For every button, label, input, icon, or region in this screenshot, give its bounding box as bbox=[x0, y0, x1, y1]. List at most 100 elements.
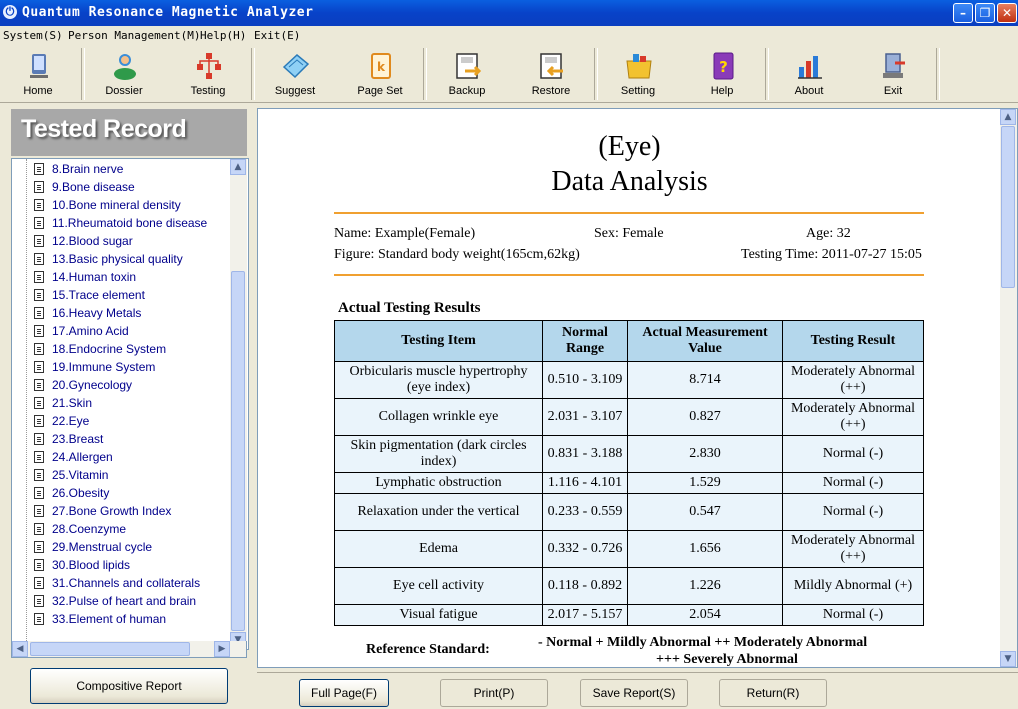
document-icon bbox=[34, 523, 44, 535]
testing-icon bbox=[197, 53, 221, 79]
document-icon bbox=[34, 271, 44, 283]
record-item-label: 9.Bone disease bbox=[52, 180, 135, 194]
toolbar-backup-button[interactable]: Backup bbox=[431, 48, 503, 100]
print-button[interactable]: Print(P) bbox=[440, 679, 548, 707]
patient-sex: Sex: Female bbox=[594, 226, 664, 241]
compositive-report-button[interactable]: Compositive Report bbox=[30, 668, 228, 704]
tree-vertical-scrollbar[interactable]: ▲ ▼ bbox=[230, 159, 247, 649]
about-icon bbox=[798, 56, 822, 79]
testing-item-cell: Eye cell activity bbox=[334, 567, 543, 605]
toolbar-about-button[interactable]: About bbox=[773, 48, 845, 100]
document-icon bbox=[34, 397, 44, 409]
toolbar-suggest-button[interactable]: Suggest bbox=[259, 48, 331, 100]
scroll-up-button[interactable]: ▲ bbox=[230, 159, 246, 175]
reference-legend: - Normal + Mildly Abnormal ++ Moderately… bbox=[538, 635, 868, 650]
document-icon bbox=[34, 541, 44, 553]
record-item-label: 28.Coenzyme bbox=[52, 522, 127, 536]
exit-icon bbox=[883, 53, 905, 78]
table-row: Edema 0.332 - 0.726 1.656 Moderately Abnorm… bbox=[334, 530, 924, 568]
document-icon bbox=[34, 379, 44, 391]
measurement-value-cell: 1.529 bbox=[627, 472, 783, 494]
record-item-label: 19.Immune System bbox=[52, 360, 156, 374]
svg-text:k: k bbox=[377, 60, 386, 74]
save-report-button[interactable]: Save Report(S) bbox=[580, 679, 688, 707]
window-title: Quantum Resonance Magnetic Analyzer bbox=[22, 5, 314, 20]
record-item-label: 14.Human toxin bbox=[52, 270, 137, 284]
record-item-label: 20.Gynecology bbox=[52, 378, 133, 392]
svg-text:?: ? bbox=[719, 58, 728, 76]
maximize-button[interactable]: ❐ bbox=[975, 3, 995, 23]
document-icon bbox=[34, 199, 44, 211]
normal-range-cell: 0.118 - 0.892 bbox=[542, 567, 628, 605]
scroll-left-button[interactable]: ◀ bbox=[12, 641, 28, 657]
record-item-label: 26.Obesity bbox=[52, 486, 110, 500]
backup-icon bbox=[456, 53, 482, 79]
tested-record-panel: Tested Record 8.Brain nerve 9.Bone diseas… bbox=[8, 108, 250, 704]
toolbar-testing-button[interactable]: Testing bbox=[172, 48, 244, 100]
patient-name: Name: Example(Female) bbox=[334, 226, 476, 241]
document-icon bbox=[34, 559, 44, 571]
scroll-thumb[interactable] bbox=[231, 271, 245, 631]
toolbar-help-button[interactable]: ? Help bbox=[686, 48, 758, 100]
normal-range-cell: 0.233 - 0.559 bbox=[542, 493, 628, 531]
document-icon bbox=[34, 415, 44, 427]
scroll-up-button[interactable]: ▲ bbox=[1000, 109, 1016, 125]
document-icon bbox=[34, 217, 44, 229]
record-item-label: 10.Bone mineral density bbox=[52, 198, 181, 212]
tree-horizontal-scrollbar[interactable]: ◀ ▶ bbox=[11, 641, 247, 658]
scroll-right-button[interactable]: ▶ bbox=[214, 641, 230, 657]
testing-item-cell: Collagen wrinkle eye bbox=[334, 398, 543, 436]
record-item-label: 23.Breast bbox=[52, 432, 104, 446]
measurement-value-cell: 0.827 bbox=[627, 398, 783, 436]
tested-record-header: Tested Record bbox=[11, 109, 247, 156]
record-item-label: 12.Blood sugar bbox=[52, 234, 133, 248]
help-icon: ? bbox=[713, 52, 734, 80]
return-button[interactable]: Return(R) bbox=[719, 679, 827, 707]
home-icon bbox=[30, 54, 48, 78]
toolbar-dossier-button[interactable]: Dossier bbox=[88, 48, 160, 100]
testing-item-cell: Relaxation under the vertical bbox=[334, 493, 543, 531]
menu-bar: System(S) Person Management(M) Help(H) E… bbox=[0, 26, 1018, 46]
scroll-thumb[interactable] bbox=[1001, 126, 1015, 288]
table-row: Eye cell activity 0.118 - 0.892 1.226 Mildl… bbox=[334, 567, 924, 605]
testing-result-cell: Normal (-) bbox=[782, 472, 924, 494]
reference-standard-label: Reference Standard: bbox=[366, 642, 490, 657]
full-page-button[interactable]: Full Page(F) bbox=[299, 679, 389, 707]
document-icon bbox=[34, 163, 44, 175]
menu-system[interactable]: System(S) bbox=[3, 29, 63, 42]
minimize-button[interactable]: – bbox=[953, 3, 973, 23]
suggest-icon bbox=[282, 54, 310, 79]
testing-item-cell: Orbicularis muscle hypertrophy (eye inde… bbox=[334, 361, 543, 399]
table-row: Relaxation under the vertical 0.233 - 0.5… bbox=[334, 493, 924, 531]
document-icon bbox=[34, 325, 44, 337]
column-header: Actual Measurement Value bbox=[627, 320, 783, 362]
normal-range-cell: 0.510 - 3.109 bbox=[542, 361, 628, 399]
menu-help[interactable]: Help(H) bbox=[200, 29, 246, 42]
close-button[interactable]: ✕ bbox=[997, 3, 1017, 23]
app-icon[interactable]: ⏻ bbox=[3, 5, 17, 19]
table-row: Skin pigmentation (dark circles index) 0.… bbox=[334, 435, 924, 473]
toolbar-home-button[interactable]: Home bbox=[2, 48, 74, 100]
testing-result-cell: Mildly Abnormal (+) bbox=[782, 567, 924, 605]
document-icon bbox=[34, 613, 44, 625]
document-icon bbox=[34, 361, 44, 373]
report-vertical-scrollbar[interactable]: ▲ ▼ bbox=[1000, 109, 1017, 667]
toolbar-setting-button[interactable]: Setting bbox=[602, 48, 674, 100]
record-item-label: 30.Blood lipids bbox=[52, 558, 131, 572]
document-icon bbox=[34, 181, 44, 193]
testing-item-cell: Skin pigmentation (dark circles index) bbox=[334, 435, 543, 473]
document-icon bbox=[34, 343, 44, 355]
record-item-label: 24.Allergen bbox=[52, 450, 113, 464]
menu-exit[interactable]: Exit(E) bbox=[254, 29, 300, 42]
toolbar-page-set-button[interactable]: k Page Set bbox=[344, 48, 416, 100]
menu-person-management[interactable]: Person Management(M) bbox=[68, 29, 200, 42]
scroll-down-button[interactable]: ▼ bbox=[1000, 651, 1016, 667]
toolbar-restore-button[interactable]: Restore bbox=[515, 48, 587, 100]
record-item-label: 8.Brain nerve bbox=[52, 162, 124, 176]
setting-icon bbox=[626, 54, 652, 79]
toolbar-exit-button[interactable]: Exit bbox=[857, 48, 929, 100]
testing-result-cell: Moderately Abnormal (++) bbox=[782, 361, 924, 399]
restore-icon bbox=[540, 53, 563, 79]
scroll-thumb[interactable] bbox=[30, 642, 190, 656]
column-header: Testing Result bbox=[782, 320, 924, 362]
